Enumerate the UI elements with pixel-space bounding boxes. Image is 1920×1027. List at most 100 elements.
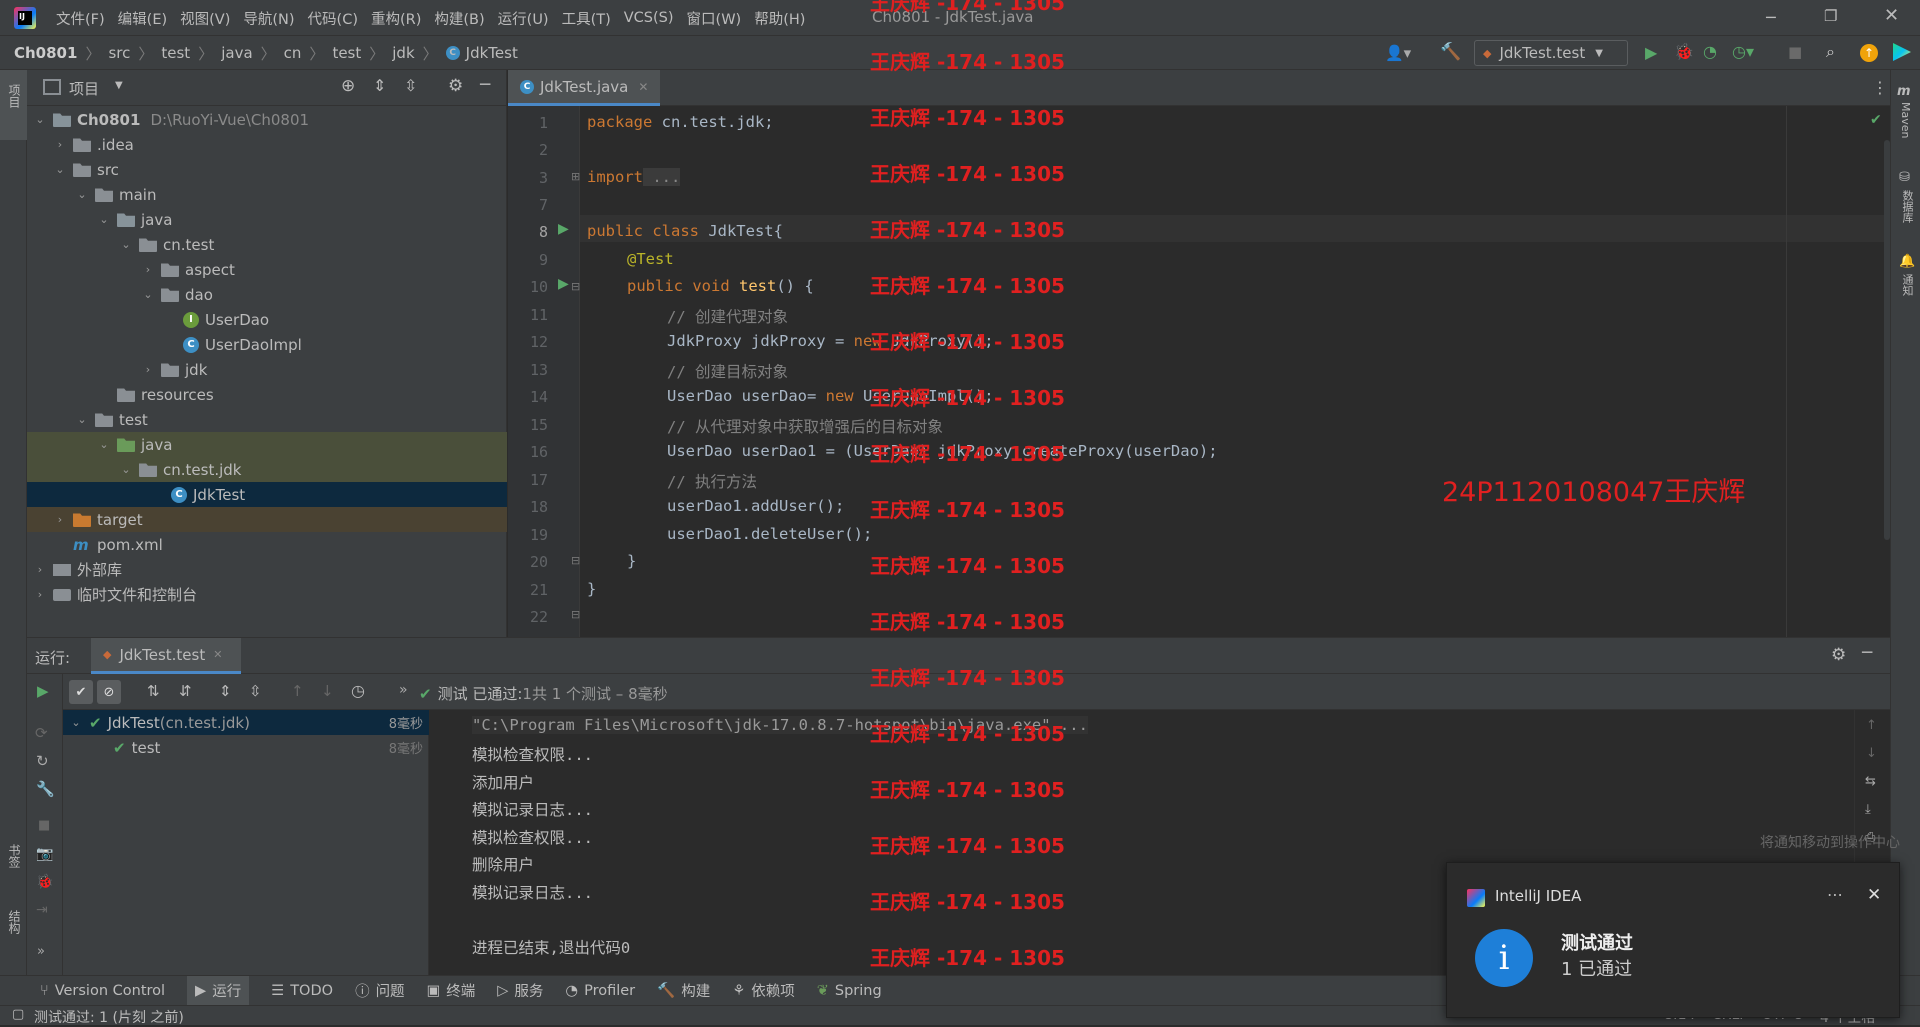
- sort-alpha-icon[interactable]: ⇅: [147, 682, 160, 700]
- next-icon[interactable]: ↓: [321, 682, 334, 700]
- fold-icon[interactable]: ⊞: [571, 170, 580, 183]
- fold-icon[interactable]: ⊟: [571, 608, 580, 621]
- more-actions-icon[interactable]: »: [399, 682, 408, 698]
- structure-tool-label[interactable]: 结构: [6, 910, 23, 934]
- close-window-icon[interactable]: ✕: [1884, 5, 1899, 26]
- code-line-18[interactable]: userDao1.addUser();: [587, 497, 844, 515]
- menu-vcs[interactable]: VCS(S): [624, 10, 674, 26]
- up-icon[interactable]: ↑: [1866, 718, 1877, 733]
- breadcrumb-cn[interactable]: cn: [284, 44, 302, 62]
- tab-jdktest-java[interactable]: C JdkTest.java ✕: [508, 70, 660, 106]
- code-line-15[interactable]: // 从代理对象中获取增强后的目标对象: [587, 415, 943, 437]
- run-config-select[interactable]: ◆ JdkTest.test ▼: [1474, 40, 1628, 66]
- debug-icon[interactable]: 🐞: [1674, 42, 1694, 61]
- breadcrumb-project[interactable]: Ch0801: [14, 44, 77, 62]
- code-line-20[interactable]: }: [587, 552, 636, 570]
- tree-item-src[interactable]: ⌄ src: [27, 157, 507, 182]
- gear-icon[interactable]: ⚙: [448, 76, 463, 96]
- close-icon[interactable]: ✕: [1867, 885, 1881, 905]
- tree-item-userdao[interactable]: I UserDao: [27, 307, 507, 332]
- breadcrumb-test-pkg[interactable]: test: [332, 44, 361, 62]
- tool-build[interactable]: 🔨 构建: [657, 980, 710, 1001]
- menu-edit[interactable]: 编辑(E): [118, 8, 167, 29]
- bookmarks-tool-label[interactable]: 书签: [6, 844, 23, 868]
- test-case-row[interactable]: ✔ test 8毫秒: [63, 735, 429, 760]
- tool-problems[interactable]: ⓘ 问题: [355, 980, 405, 1001]
- tree-item-cn-test[interactable]: ⌄ cn.test: [27, 232, 507, 257]
- editor-scrollbar[interactable]: [1884, 140, 1890, 540]
- chevron-down-icon[interactable]: ▼: [115, 80, 123, 91]
- close-tab-icon[interactable]: ✕: [638, 80, 648, 94]
- collapse-all-icon[interactable]: ⇳: [249, 682, 262, 700]
- tool-profiler[interactable]: ◔ Profiler: [565, 983, 635, 999]
- code-line-17[interactable]: // 执行方法: [587, 470, 757, 492]
- tree-item-main[interactable]: ⌄ main: [27, 182, 507, 207]
- tree-item-userdaoimpl[interactable]: C UserDaoImpl: [27, 332, 507, 357]
- menu-code[interactable]: 代码(C): [308, 8, 358, 29]
- tree-root[interactable]: ⌄ Ch0801 D:\RuoYi-Vue\Ch0801: [27, 107, 507, 132]
- code-line-8[interactable]: public class JdkTest{: [587, 222, 783, 240]
- tool-spring[interactable]: ❦ Spring: [817, 983, 882, 999]
- search-icon[interactable]: ⌕: [1826, 42, 1835, 62]
- code-line-3[interactable]: import ...: [587, 168, 681, 186]
- maven-tool-label[interactable]: Maven: [1899, 102, 1912, 138]
- rerun-icon[interactable]: ▶: [37, 682, 49, 700]
- locate-icon[interactable]: ⊕: [341, 76, 355, 96]
- status-message[interactable]: 测试通过: 1 (片刻 之前): [34, 1007, 184, 1027]
- profile-icon[interactable]: ◷▾: [1732, 42, 1754, 61]
- show-ignored-toggle[interactable]: ⊘: [97, 680, 121, 704]
- tree-item-idea[interactable]: › .idea: [27, 132, 507, 157]
- exit-icon[interactable]: ⇥: [36, 902, 48, 918]
- close-tab-icon[interactable]: ✕: [213, 648, 222, 661]
- more-icon[interactable]: ⋮: [1872, 78, 1888, 97]
- hide-panel-icon[interactable]: ─: [1862, 643, 1872, 663]
- tool-dependencies[interactable]: ⚘ 依赖项: [732, 980, 795, 1001]
- menu-view[interactable]: 视图(V): [180, 8, 230, 29]
- menu-tools[interactable]: 工具(T): [562, 8, 611, 29]
- build-hammer-icon[interactable]: 🔨: [1440, 42, 1461, 62]
- code-line-9[interactable]: @Test: [587, 250, 674, 268]
- tree-item-resources[interactable]: resources: [27, 382, 507, 407]
- more-actions-icon[interactable]: »: [37, 944, 45, 959]
- user-icon[interactable]: 👤▾: [1385, 44, 1411, 62]
- tree-item-dao[interactable]: ⌄ dao: [27, 282, 507, 307]
- tree-item-pom[interactable]: m pom.xml: [27, 532, 507, 557]
- project-panel-title[interactable]: 项目: [69, 78, 99, 99]
- code-line-1[interactable]: package cn.test.jdk;: [587, 113, 774, 131]
- soft-wrap-icon[interactable]: ⇆: [1865, 774, 1876, 789]
- tree-item-test-java[interactable]: ⌄ java: [27, 432, 507, 457]
- expand-all-icon[interactable]: ⇕: [219, 682, 232, 700]
- run-class-gutter-icon[interactable]: ▶: [558, 221, 569, 237]
- tree-item-external-libs[interactable]: › 外部库: [27, 557, 507, 582]
- coverage-icon[interactable]: ◔: [1703, 42, 1717, 61]
- tool-services[interactable]: ▷ 服务: [497, 980, 543, 1001]
- rerun-failed-icon[interactable]: ⟳: [35, 724, 48, 742]
- scroll-to-end-icon[interactable]: ⤓: [1865, 802, 1871, 817]
- fold-icon[interactable]: ⊟: [571, 554, 580, 567]
- menu-file[interactable]: 文件(F): [56, 8, 105, 29]
- tool-version-control[interactable]: ⑂ Version Control: [40, 983, 165, 999]
- tool-todo[interactable]: ☰ TODO: [271, 983, 333, 999]
- stop-icon[interactable]: ■: [1788, 43, 1802, 61]
- menu-window[interactable]: 窗口(W): [687, 8, 742, 29]
- tool-terminal[interactable]: ▣ 终端: [427, 980, 476, 1001]
- stop-icon[interactable]: ■: [38, 818, 50, 833]
- previous-icon[interactable]: ↑: [291, 682, 304, 700]
- breadcrumb-java[interactable]: java: [221, 44, 252, 62]
- sort-duration-icon[interactable]: ⇵: [179, 682, 192, 700]
- breadcrumb-test[interactable]: test: [161, 44, 190, 62]
- code-line-13[interactable]: // 创建目标对象: [587, 360, 788, 382]
- test-suite-row[interactable]: ⌄ ✔ JdkTest (cn.test.jdk) 8毫秒: [63, 710, 429, 735]
- tool-run[interactable]: ▶ 运行: [187, 976, 250, 1005]
- menu-help[interactable]: 帮助(H): [754, 8, 805, 29]
- status-square-icon[interactable]: ▢: [12, 1007, 24, 1022]
- down-icon[interactable]: ↓: [1866, 746, 1877, 761]
- breadcrumb-class[interactable]: JdkTest: [466, 44, 518, 62]
- tree-item-jdktest[interactable]: C JdkTest: [27, 482, 507, 507]
- debug-icon[interactable]: 🐞: [36, 874, 53, 890]
- menu-run[interactable]: 运行(U): [498, 8, 549, 29]
- code-line-11[interactable]: // 创建代理对象: [587, 305, 788, 327]
- expand-all-icon[interactable]: ⇕: [373, 76, 386, 95]
- tree-item-jdk[interactable]: › jdk: [27, 357, 507, 382]
- tree-item-target[interactable]: › target: [27, 507, 507, 532]
